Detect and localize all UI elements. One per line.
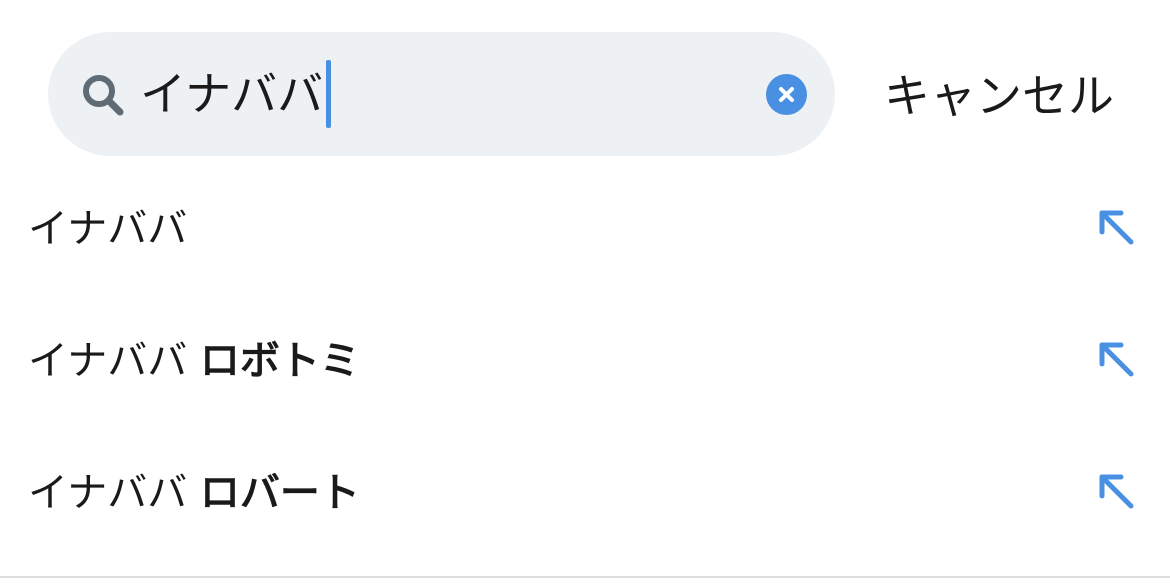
suggestion-item[interactable]: イナババ (0, 184, 1170, 274)
bottom-divider (0, 576, 1170, 578)
cancel-button[interactable]: キャンセル (884, 66, 1114, 126)
north-west-arrow-icon[interactable] (1095, 338, 1135, 378)
north-west-arrow-icon[interactable] (1095, 206, 1135, 246)
text-cursor (326, 60, 331, 128)
search-icon (80, 72, 126, 118)
suggestion-text: イナババ ロボトミ (28, 330, 360, 392)
clear-icon (779, 87, 794, 102)
suggestion-item[interactable]: イナババ ロボトミ (0, 316, 1170, 406)
north-west-arrow-icon[interactable] (1095, 470, 1135, 510)
suggestion-item[interactable]: イナババ ロバート (0, 448, 1170, 538)
suggestion-completion-text: ロバート (199, 470, 360, 516)
search-input[interactable]: イナババ (140, 66, 323, 122)
suggestion-completion-text: ロボトミ (199, 338, 360, 384)
suggestion-typed-text: イナババ (28, 338, 188, 384)
suggestion-typed-text: イナババ (28, 206, 188, 252)
suggestion-text: イナババ (28, 198, 187, 260)
suggestion-text: イナババ ロバート (28, 462, 360, 524)
suggestion-typed-text: イナババ (28, 470, 188, 516)
clear-search-button[interactable] (766, 74, 807, 115)
